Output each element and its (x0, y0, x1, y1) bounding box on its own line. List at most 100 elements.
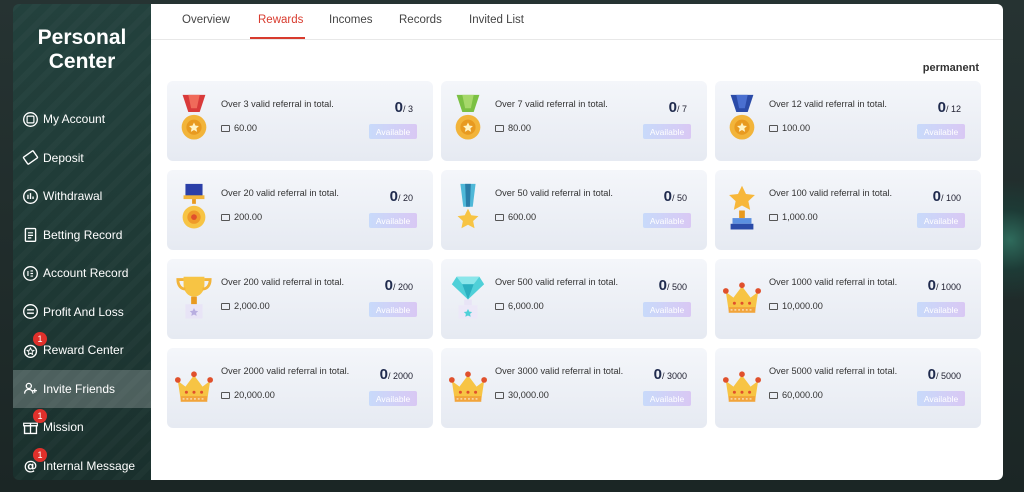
reward-card: Over 1000 valid referral in total. 10,000… (715, 259, 981, 339)
reward-description: Over 200 valid referral in total. (221, 277, 345, 287)
progress-target: / 50 (671, 193, 687, 203)
reward-description: Over 3000 valid referral in total. (495, 366, 624, 376)
reward-amount: 600.00 (495, 212, 536, 222)
sidebar-item-reward-center[interactable]: Reward Center 1 (13, 331, 151, 370)
coin-icon (495, 302, 504, 310)
available-button[interactable]: Available (369, 124, 417, 139)
coin-icon (769, 124, 778, 132)
reward-progress: 0/ 7 (669, 99, 687, 116)
available-button[interactable]: Available (917, 302, 965, 317)
sidebar-item-account-record[interactable]: Account Record (13, 254, 151, 293)
reward-amount: 100.00 (769, 123, 810, 133)
coin-icon (495, 124, 504, 132)
progress-done: 0 (927, 366, 936, 383)
invite-friends-icon (21, 380, 39, 398)
reward-card: Over 3 valid referral in total. 60.00 0/ 3… (167, 81, 433, 161)
reward-amount-value: 60.00 (234, 123, 257, 133)
progress-target: / 500 (666, 282, 687, 292)
reward-progress: 0/ 3 (395, 99, 413, 116)
reward-amount: 80.00 (495, 123, 531, 133)
notification-badge: 1 (33, 409, 47, 423)
sidebar-item-label: Betting Record (43, 227, 123, 242)
progress-target: / 20 (397, 193, 413, 203)
main-panel: Overview Rewards Incomes Records Invited… (151, 4, 1003, 480)
available-button[interactable]: Available (917, 391, 965, 406)
available-button[interactable]: Available (643, 124, 691, 139)
reward-description: Over 5000 valid referral in total. (769, 366, 898, 376)
sidebar-item-internal-message[interactable]: @ Internal Message 1 (13, 447, 151, 481)
reward-amount-value: 100.00 (782, 123, 811, 133)
sidebar-item-deposit[interactable]: Deposit (13, 139, 151, 178)
page-title: Personal Center (13, 26, 151, 74)
star-medal-icon (449, 182, 487, 238)
progress-target: / 200 (392, 282, 413, 292)
green-medal-icon (449, 93, 487, 149)
navy-medal-icon (175, 182, 213, 238)
coin-icon (221, 302, 230, 310)
progress-done: 0 (663, 188, 672, 205)
available-button[interactable]: Available (369, 391, 417, 406)
progress-target: / 2000 (387, 371, 413, 381)
reward-progress: 0/ 50 (664, 188, 687, 205)
reward-amount-value: 600.00 (508, 212, 537, 222)
reward-amount: 60.00 (221, 123, 257, 133)
available-button[interactable]: Available (643, 302, 691, 317)
reward-description: Over 3 valid referral in total. (221, 99, 334, 109)
reward-card: Over 200 valid referral in total. 2,000.0… (167, 259, 433, 339)
reward-progress: 0/ 500 (659, 277, 687, 294)
progress-target: / 7 (676, 104, 687, 114)
sidebar-item-invite-friends[interactable]: Invite Friends (13, 369, 151, 408)
crown-icon (175, 360, 213, 416)
sidebar-item-label: My Account (43, 112, 106, 127)
progress-done: 0 (937, 99, 946, 116)
progress-done: 0 (384, 277, 393, 294)
reward-progress: 0/ 200 (385, 277, 413, 294)
notification-badge: 1 (33, 447, 47, 462)
sidebar-item-betting-record[interactable]: Betting Record (13, 216, 151, 255)
reward-progress: 0/ 3000 (654, 366, 687, 383)
sidebar-item-mission[interactable]: Mission 1 (13, 408, 151, 447)
tab-records[interactable]: Records (399, 14, 442, 26)
reward-amount-value: 80.00 (508, 123, 531, 133)
tab-rewards[interactable]: Rewards (258, 14, 303, 26)
progress-done: 0 (379, 366, 388, 383)
available-button[interactable]: Available (643, 391, 691, 406)
tab-incomes[interactable]: Incomes (329, 14, 372, 26)
progress-target: / 5000 (935, 371, 961, 381)
available-button[interactable]: Available (643, 213, 691, 228)
blue-medal-icon (723, 93, 761, 149)
reward-card: Over 100 valid referral in total. 1,000.0… (715, 170, 981, 250)
crown-icon (723, 360, 761, 416)
coin-icon (769, 391, 778, 399)
reward-card: Over 20 valid referral in total. 200.00 0/… (167, 170, 433, 250)
reward-progress: 0/ 20 (390, 188, 413, 205)
account-record-icon (21, 264, 39, 282)
sidebar-item-profit-and-loss[interactable]: Profit And Loss (13, 293, 151, 332)
active-tab-indicator (250, 37, 305, 39)
permanent-label: permanent (922, 62, 979, 74)
reward-amount: 10,000.00 (769, 301, 823, 311)
sidebar-item-withdrawal[interactable]: Withdrawal (13, 177, 151, 216)
reward-amount: 200.00 (221, 212, 262, 222)
sidebar-item-my-account[interactable]: My Account (13, 100, 151, 139)
reward-amount: 30,000.00 (495, 390, 549, 400)
withdrawal-icon (21, 187, 39, 205)
reward-card: Over 2000 valid referral in total. 20,000… (167, 348, 433, 428)
red-medal-icon (175, 93, 213, 149)
reward-card: Over 12 valid referral in total. 100.00 0/… (715, 81, 981, 161)
progress-done: 0 (389, 188, 398, 205)
available-button[interactable]: Available (369, 302, 417, 317)
tab-overview[interactable]: Overview (182, 14, 230, 26)
available-button[interactable]: Available (917, 213, 965, 228)
crown-icon (449, 360, 487, 416)
progress-done: 0 (927, 277, 936, 294)
progress-target: / 3 (402, 104, 413, 114)
gold-cup-icon (175, 271, 213, 327)
available-button[interactable]: Available (369, 213, 417, 228)
coin-icon (769, 302, 778, 310)
reward-card: Over 5000 valid referral in total. 60,000… (715, 348, 981, 428)
progress-done: 0 (932, 188, 941, 205)
tab-invited-list[interactable]: Invited List (469, 14, 524, 26)
reward-progress: 0/ 1000 (928, 277, 961, 294)
available-button[interactable]: Available (917, 124, 965, 139)
